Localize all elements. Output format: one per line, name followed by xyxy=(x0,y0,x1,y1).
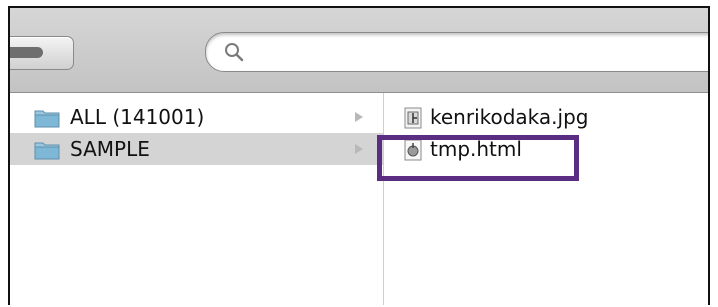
toolbar xyxy=(10,8,708,93)
image-file-icon xyxy=(404,107,422,129)
view-mode-button[interactable] xyxy=(10,36,74,70)
file-name: kenrikodaka.jpg xyxy=(430,105,589,129)
list-item-all[interactable]: ALL (141001) xyxy=(10,101,383,133)
search-icon xyxy=(225,43,244,62)
finder-window: ALL (141001) SAMPLE kenrikodaka.jpg tmp.… xyxy=(8,6,710,305)
search-input[interactable] xyxy=(250,39,708,65)
disclosure-arrow-icon xyxy=(355,112,363,122)
disclosure-arrow-icon xyxy=(355,144,363,154)
file-item-jpg[interactable]: kenrikodaka.jpg xyxy=(384,101,708,133)
browser-column-2: kenrikodaka.jpg tmp.html xyxy=(384,93,708,305)
list-item-label: SAMPLE xyxy=(70,137,150,161)
browser-column-1: ALL (141001) SAMPLE xyxy=(10,93,384,305)
search-field[interactable] xyxy=(205,32,708,72)
file-name: tmp.html xyxy=(430,137,522,161)
html-file-icon xyxy=(404,139,422,161)
view-mode-icon xyxy=(10,47,43,58)
list-item-label: ALL (141001) xyxy=(70,105,205,129)
file-item-html[interactable]: tmp.html xyxy=(384,133,708,165)
list-item-sample[interactable]: SAMPLE xyxy=(10,133,383,165)
folder-icon xyxy=(34,142,60,160)
folder-icon xyxy=(34,110,60,128)
